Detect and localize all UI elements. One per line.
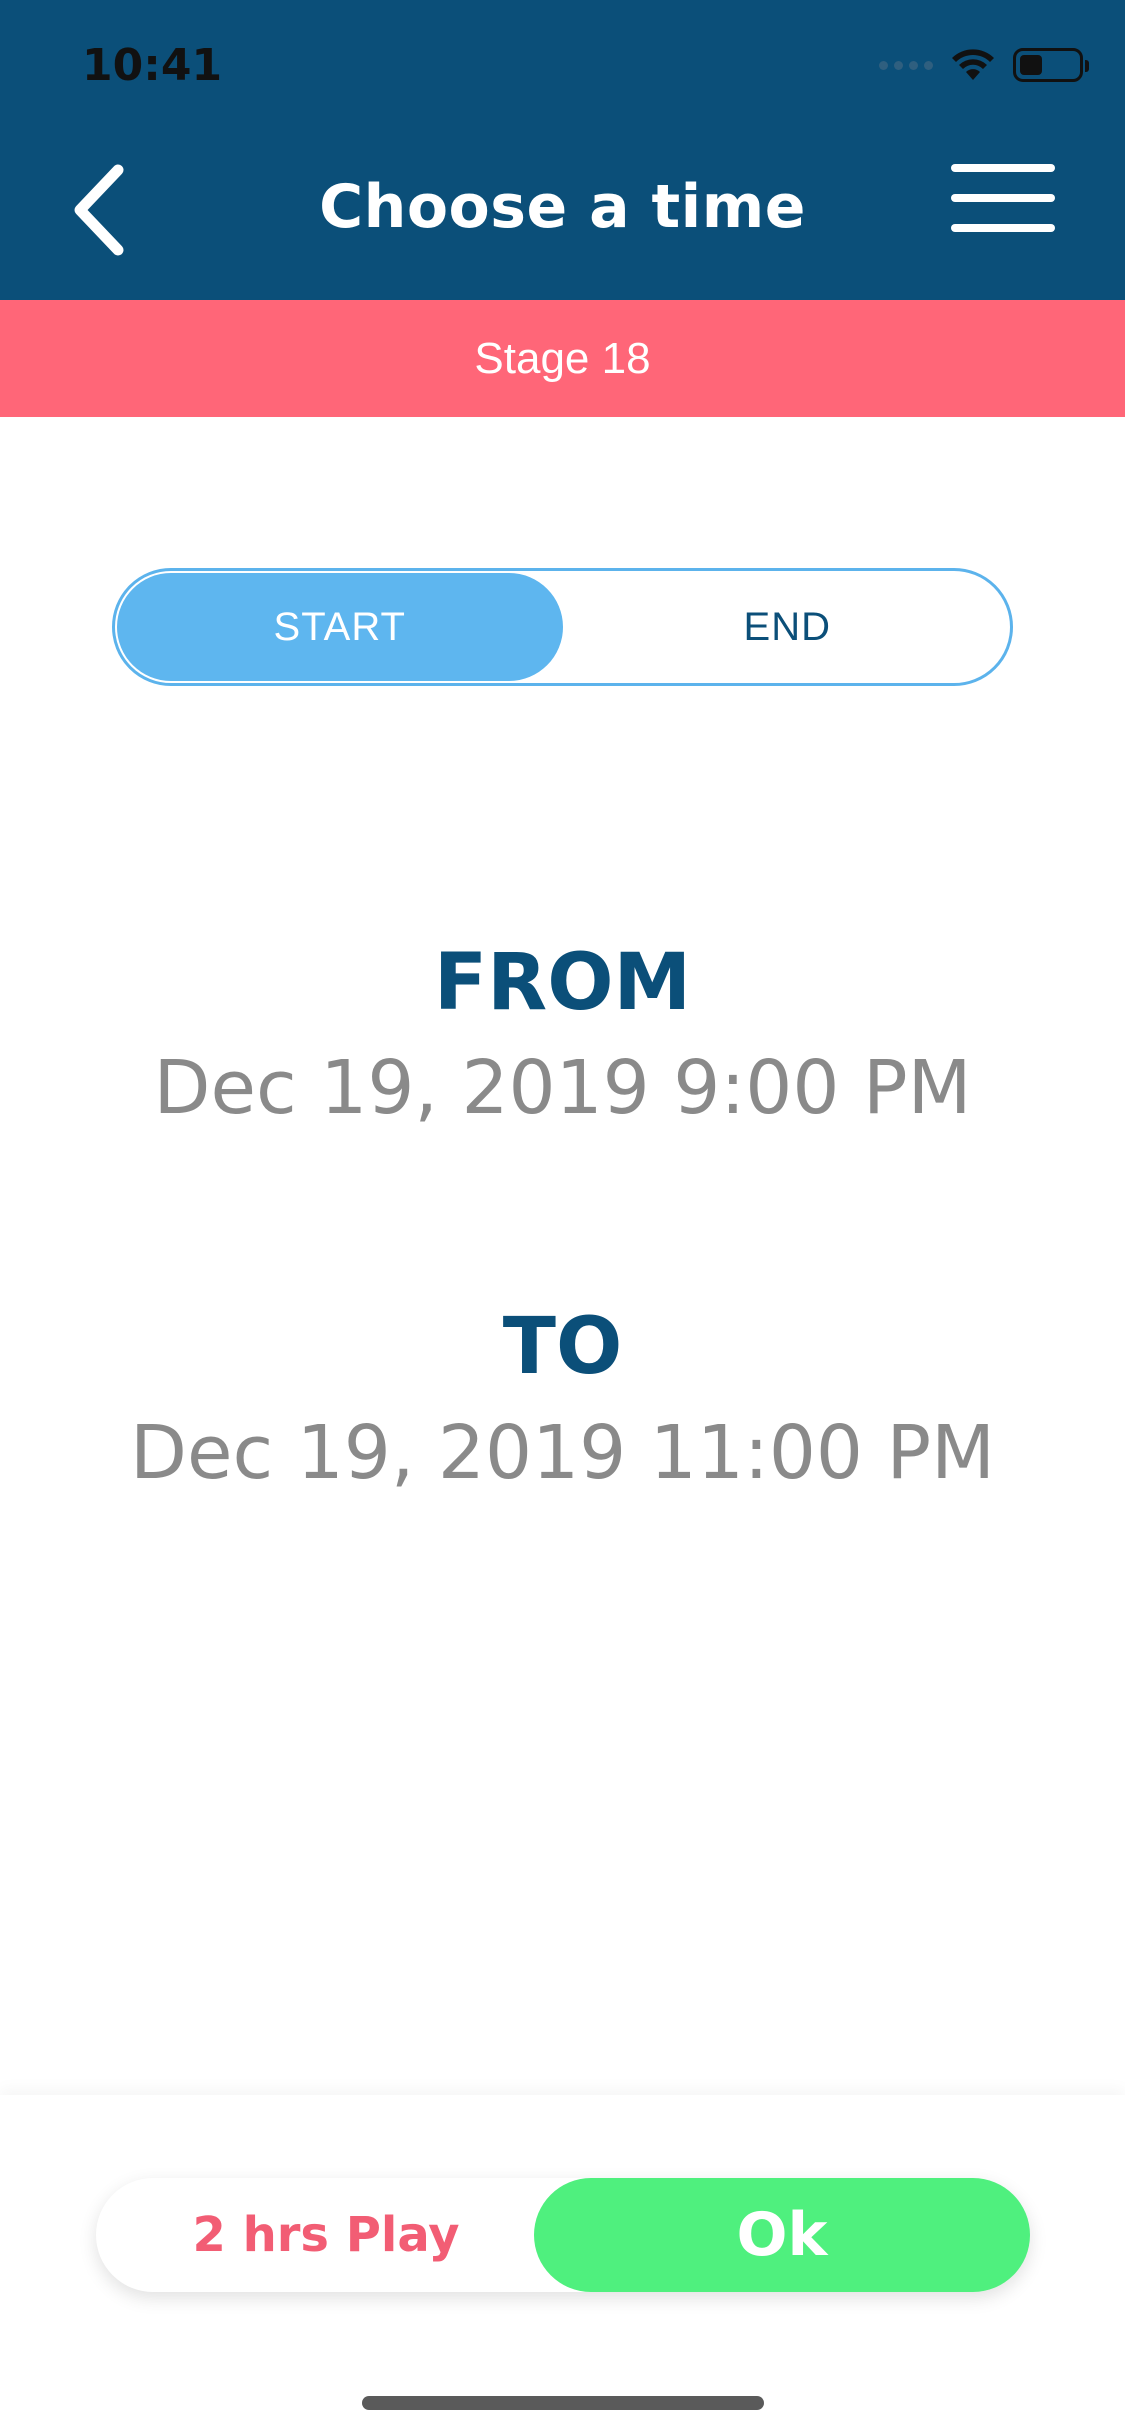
segment-end-button[interactable]: END (565, 571, 1011, 683)
status-icons (879, 48, 1089, 82)
stage-label: Stage 18 (474, 333, 651, 383)
signal-icon (879, 60, 933, 70)
screen: 10:41 Choose a time Stage 18 START END F… (0, 0, 1125, 2436)
wifi-icon (952, 49, 994, 80)
duration-label: 2 hrs Play (192, 2207, 460, 2263)
bottom-action-bar: 2 hrs Play Ok (96, 2178, 1030, 2292)
segment-start-button[interactable]: START (117, 573, 563, 681)
battery-icon (1013, 48, 1089, 82)
stage-banner: Stage 18 (0, 300, 1125, 417)
menu-button[interactable] (951, 164, 1055, 232)
from-datetime[interactable]: Dec 19, 2019 9:00 PM (0, 1045, 1125, 1131)
to-label: TO (502, 1302, 623, 1392)
header-bar: 10:41 Choose a time (0, 0, 1125, 300)
ok-button[interactable]: Ok (534, 2178, 1030, 2292)
from-label: FROM (433, 938, 692, 1028)
start-end-segmented-control: START END (112, 568, 1013, 686)
status-time: 10:41 (82, 40, 223, 91)
hamburger-menu-icon (951, 164, 1055, 172)
home-indicator[interactable] (362, 2396, 764, 2410)
to-datetime[interactable]: Dec 19, 2019 11:00 PM (0, 1410, 1125, 1496)
